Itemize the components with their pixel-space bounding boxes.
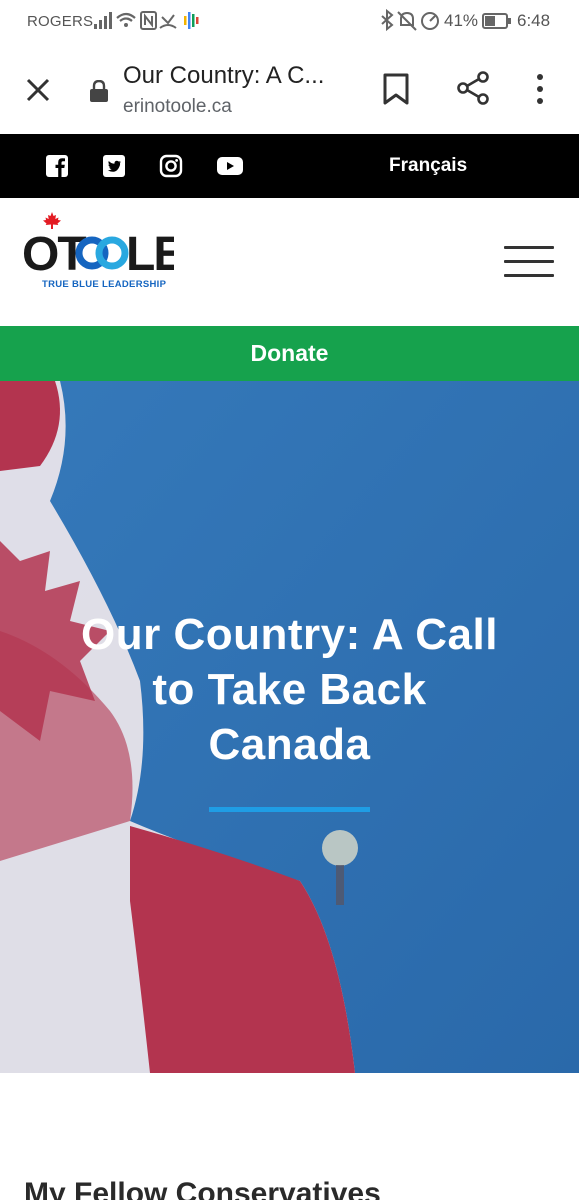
bluetooth-icon — [381, 9, 394, 32]
hero-title-line: Our Country: A Call — [81, 610, 498, 659]
lock-icon[interactable] — [89, 80, 109, 102]
facebook-icon[interactable] — [45, 154, 69, 178]
hero-banner: Our Country: A Call to Take Back Canada — [0, 381, 579, 1073]
site-header: OT LE TRUE BLUE LEADERSHIP — [0, 198, 579, 326]
site-logo[interactable]: OT LE TRUE BLUE LEADERSHIP — [22, 210, 174, 294]
status-bar: ROGERS 41% 6:48 — [0, 0, 579, 42]
nfc-icon — [140, 11, 157, 30]
clock: 6:48 — [517, 11, 551, 30]
more-vert-icon[interactable] — [532, 72, 548, 106]
wifi-icon — [116, 12, 136, 27]
share-icon[interactable] — [456, 70, 490, 106]
mute-notifications-icon — [397, 11, 417, 31]
status-icons-right — [381, 9, 439, 32]
bookmark-icon[interactable] — [382, 72, 410, 106]
instagram-icon[interactable] — [159, 154, 183, 178]
battery-icon — [482, 13, 511, 29]
missed-call-icon — [159, 14, 177, 29]
hamburger-menu-icon[interactable] — [504, 246, 556, 280]
hero-title-line: Canada — [208, 720, 371, 769]
language-toggle-link[interactable]: Français — [389, 155, 467, 177]
browser-toolbar: Our Country: A C... erinotoole.ca — [0, 42, 579, 135]
logo-tagline: TRUE BLUE LEADERSHIP — [42, 279, 167, 290]
data-saver-icon — [421, 12, 439, 30]
status-icons-left — [94, 11, 199, 30]
article-heading: My Fellow Conservatives — [24, 1177, 381, 1200]
signal-icon — [94, 12, 112, 29]
hero-accent-divider — [209, 807, 370, 812]
article-content: My Fellow Conservatives — [0, 1073, 579, 1200]
page-title: Our Country: A C... — [123, 62, 325, 89]
close-icon[interactable] — [22, 74, 54, 106]
logo-wordmark: OT LE — [22, 228, 174, 278]
svg-text:LE: LE — [126, 228, 174, 278]
youtube-icon[interactable] — [216, 154, 244, 178]
page-url[interactable]: erinotoole.ca — [123, 96, 232, 118]
hero-title: Our Country: A Call to Take Back Canada — [0, 607, 579, 772]
podcast-icon — [184, 12, 199, 29]
carrier-label: ROGERS — [27, 13, 94, 30]
battery-percent: 41% — [444, 11, 479, 30]
hero-title-line: to Take Back — [152, 665, 427, 714]
donate-button[interactable]: Donate — [0, 326, 579, 381]
twitter-icon[interactable] — [102, 154, 126, 178]
social-bar: Français — [0, 134, 579, 198]
